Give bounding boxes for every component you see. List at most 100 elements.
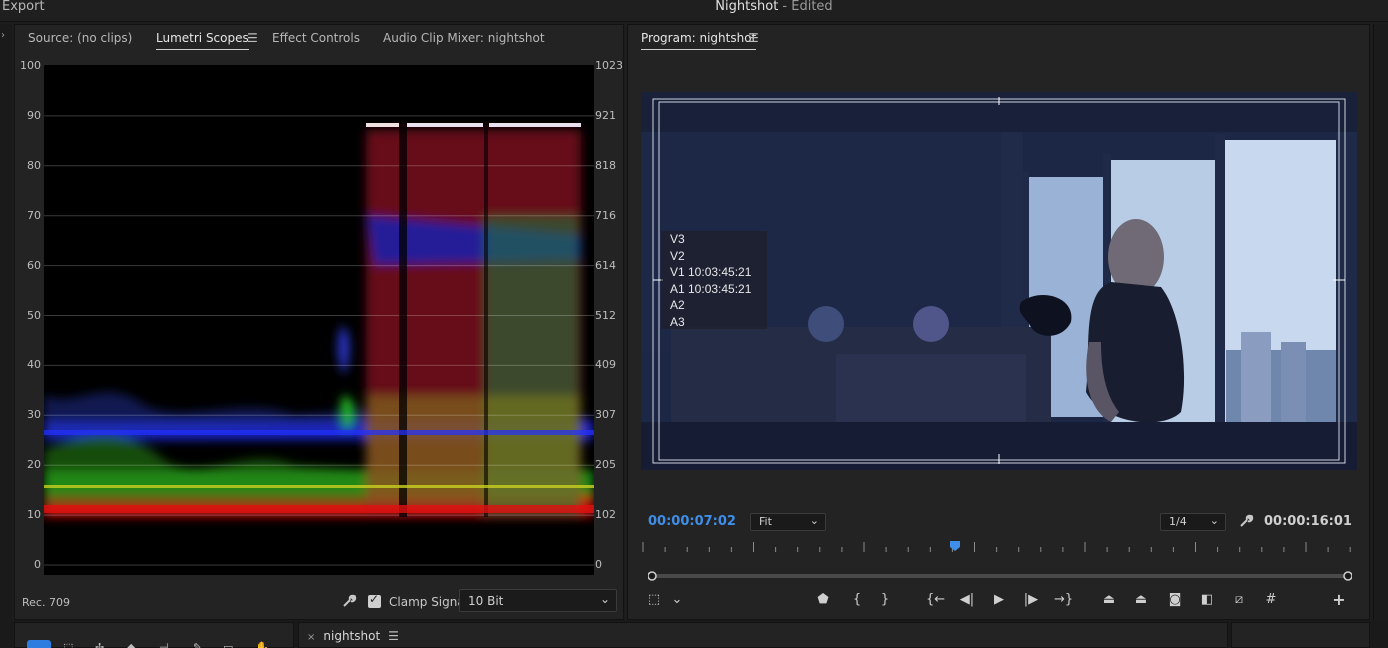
window-title: Nightshot - Edited <box>0 0 1388 14</box>
overlay-line: V3 <box>670 232 685 246</box>
transport-controls: ⬚ ⌄ ⬟ { } {← ◀| ▶ |▶ →} ⏏ ⏏ ◙ ◧ ⧄ # + <box>628 587 1369 613</box>
source-panel-tabs: Source: (no clips) Lumetri Scopes ☰ Effe… <box>15 25 623 51</box>
razor-tool-icon[interactable]: ◆ <box>127 641 145 648</box>
scope-axis-right-label: 102 <box>595 508 616 522</box>
ripple-edit-tool-icon[interactable]: ✢ <box>95 641 113 648</box>
scope-axis-right-label: 0 <box>595 558 602 571</box>
playback-resolution-select[interactable]: 1/4 ⌄ <box>1160 513 1226 531</box>
safe-margins-icon[interactable]: ⬚ <box>645 591 663 609</box>
tab-lumetri-scopes-label: Lumetri Scopes <box>156 31 249 45</box>
overlay-line: V2 <box>670 248 685 263</box>
mark-out-icon[interactable]: } <box>876 591 894 609</box>
add-button-icon[interactable]: + <box>1330 591 1348 609</box>
mark-in-icon[interactable]: { <box>848 591 866 609</box>
export-frame-icon[interactable]: ◙ <box>1166 591 1184 609</box>
expand-chevron-icon[interactable]: › <box>1 30 5 41</box>
tab-program[interactable]: Program: nightshot <box>641 31 757 50</box>
title-bar: Export Nightshot - Edited <box>0 0 1388 22</box>
program-title: Program: nightshot <box>641 31 757 45</box>
hamburger-menu-icon[interactable]: ☰ <box>388 629 399 643</box>
edited-status: - Edited <box>778 0 833 14</box>
pen-tool-icon[interactable]: ✎ <box>193 641 211 648</box>
sequence-name: nightshot <box>323 629 381 643</box>
scopes-footer: Rec. 709 Clamp Signal 10 Bit ⌄ <box>15 585 623 619</box>
extract-icon[interactable]: ⏏ <box>1132 591 1150 609</box>
time-ruler[interactable] <box>641 539 1357 555</box>
lift-icon[interactable]: ⏏ <box>1100 591 1118 609</box>
chevron-down-icon: ⌄ <box>1209 514 1219 527</box>
rgb-parade-waveform <box>44 65 594 575</box>
scope-axis-right-label: 1023 <box>595 59 623 72</box>
scope-axis-left-label: 20 <box>27 458 41 472</box>
hamburger-menu-icon[interactable]: ☰ <box>247 31 258 45</box>
tab-effect-controls[interactable]: Effect Controls <box>272 31 360 45</box>
program-video-frame[interactable]: V3 V2 V1 10:03:45:21 A1 10:03:45:21 A2 A… <box>641 92 1357 470</box>
overlay-line: V1 10:03:45:21 <box>670 265 752 280</box>
scope-axis-right-label: 409 <box>595 358 616 372</box>
scope-axis-left-label: 30 <box>27 408 41 422</box>
waveform-svg <box>44 115 594 566</box>
add-marker-icon[interactable]: ⬟ <box>814 591 832 609</box>
chevron-down-icon: ⌄ <box>599 592 610 606</box>
playback-resolution-value: 1/4 <box>1169 515 1187 528</box>
track-select-tool-icon[interactable]: ⬚ <box>63 641 81 648</box>
hamburger-menu-icon[interactable]: ☰ <box>748 31 759 45</box>
zoom-scroll-bar[interactable] <box>648 571 1352 581</box>
chevron-down-icon[interactable]: ⌄ <box>668 591 686 609</box>
scope-axis-left-label: 80 <box>27 158 41 172</box>
scope-axis-left-label: 40 <box>27 358 41 372</box>
scope-axis-right-label: 716 <box>595 208 616 222</box>
current-timecode[interactable]: 00:00:07:02 <box>648 514 736 529</box>
bit-depth-select[interactable]: 10 Bit ⌄ <box>459 589 617 612</box>
scope-axis-left-label: 100 <box>20 59 41 72</box>
clamp-signal-checkbox[interactable] <box>368 592 381 608</box>
toggle-proxies-icon[interactable]: ⧄ <box>1230 591 1248 609</box>
scope-axis-left-label: 10 <box>27 508 41 522</box>
duration-timecode: 00:00:16:01 <box>1264 514 1352 529</box>
play-icon[interactable]: ▶ <box>990 591 1008 609</box>
overlay-line: A2 <box>670 298 685 313</box>
playhead-icon <box>950 541 960 551</box>
color-space-label[interactable]: Rec. 709 <box>22 596 70 609</box>
slip-tool-icon[interactable]: ⊣ <box>159 641 177 648</box>
tab-audio-clip-mixer[interactable]: Audio Clip Mixer: nightshot <box>383 31 545 45</box>
clamp-signal-label: Clamp Signal <box>389 595 469 609</box>
go-to-out-icon[interactable]: →} <box>1054 591 1073 609</box>
step-back-icon[interactable]: ◀| <box>958 591 976 609</box>
hand-tool-icon[interactable]: ✋ <box>255 641 273 648</box>
scope-axis-left-label: 50 <box>27 308 41 322</box>
zoom-level-select[interactable]: Fit ⌄ <box>750 513 826 531</box>
scope-axis-right-label: 921 <box>595 108 616 122</box>
overlay-line: A3 <box>670 314 685 329</box>
scope-axis-left-label: 0 <box>34 558 41 571</box>
lumetri-scopes-panel: Source: (no clips) Lumetri Scopes ☰ Effe… <box>14 24 624 620</box>
scope-axis-right-label: 614 <box>595 258 616 272</box>
close-icon[interactable]: × <box>307 632 315 643</box>
selection-tool-icon[interactable] <box>27 640 51 648</box>
timecode-overlay: V3 V2 V1 10:03:45:21 A1 10:03:45:21 A2 A… <box>661 231 767 329</box>
scope-axis-right-label: 307 <box>595 408 616 422</box>
project-name: Nightshot <box>715 0 779 14</box>
scope-axis-right-label: 512 <box>595 308 616 322</box>
wrench-icon[interactable] <box>341 593 357 609</box>
tab-sequence[interactable]: × nightshot ☰ <box>307 629 399 643</box>
bottom-panels: ⬚ ✢ ◆ ⊣ ✎ ▭ ✋ × nightshot ☰ <box>0 620 1388 648</box>
comparison-view-icon[interactable]: ◧ <box>1198 591 1216 609</box>
chevron-down-icon: ⌄ <box>809 514 819 527</box>
overlay-line: A1 10:03:45:21 <box>670 281 752 296</box>
tab-source[interactable]: Source: (no clips) <box>28 31 132 45</box>
go-to-in-icon[interactable]: {← <box>926 591 945 609</box>
toggle-guides-icon[interactable]: # <box>1262 591 1280 609</box>
scope-axis-left-label: 60 <box>27 258 41 272</box>
left-collapsed-panel: › <box>0 24 12 620</box>
tab-lumetri-scopes[interactable]: Lumetri Scopes <box>156 31 249 50</box>
scope-axis-right-label: 205 <box>595 458 616 472</box>
scope-axis-left-label: 90 <box>27 108 41 122</box>
scope-axis-left-label: 70 <box>27 208 41 222</box>
right-collapsed-panel <box>1373 24 1388 620</box>
step-forward-icon[interactable]: |▶ <box>1022 591 1040 609</box>
bit-depth-value: 10 Bit <box>468 594 504 608</box>
timeline-panel: × nightshot ☰ <box>298 622 1228 648</box>
rectangle-tool-icon[interactable]: ▭ <box>223 641 241 648</box>
wrench-icon[interactable] <box>1238 513 1254 529</box>
